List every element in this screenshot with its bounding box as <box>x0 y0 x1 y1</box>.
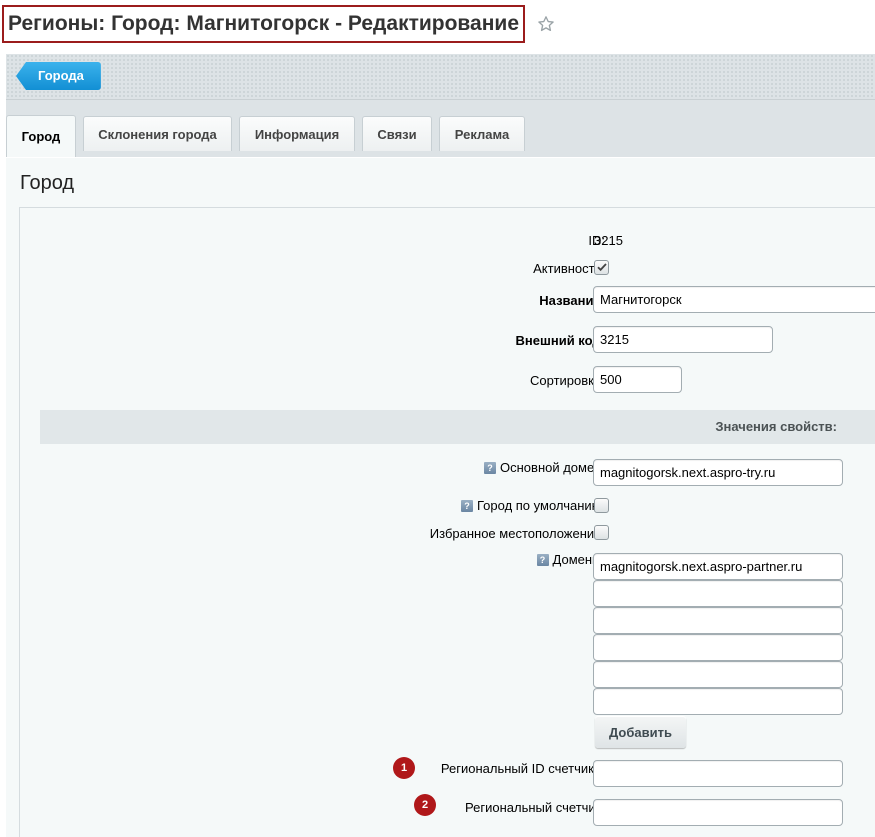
regional-counter-input[interactable] <box>593 799 843 826</box>
page-title: Регионы: Город: Магнитогорск - Редактиро… <box>2 5 526 43</box>
tab-declensions[interactable]: Склонения города <box>83 116 232 151</box>
star-icon[interactable] <box>537 15 555 33</box>
add-domain-button[interactable]: Добавить <box>595 716 686 748</box>
section-title: Город <box>20 172 75 194</box>
sort-input[interactable] <box>593 366 682 393</box>
favorite-location-label: Избранное местоположение: <box>429 526 605 541</box>
default-city-checkbox[interactable] <box>594 498 609 513</box>
tab-info[interactable]: Информация <box>239 116 355 151</box>
domain-input[interactable] <box>593 607 843 634</box>
tab-links[interactable]: Связи <box>362 116 432 151</box>
properties-header-label: Значения свойств: <box>715 419 837 434</box>
toolbar: Города <box>6 54 875 100</box>
id-value: 3215 <box>594 233 623 248</box>
main-domain-input[interactable] <box>593 459 843 486</box>
regional-counter-id-input[interactable] <box>593 760 843 787</box>
help-icon[interactable]: ? <box>461 500 473 512</box>
tab-content: Город ID: 3215 Активность: Название: Вне… <box>6 158 875 837</box>
external-code-input[interactable] <box>593 326 773 353</box>
properties-header: Значения свойств: <box>40 410 875 444</box>
annotation-badge-1: 1 <box>393 757 415 779</box>
check-icon <box>597 263 607 272</box>
help-icon[interactable]: ? <box>536 554 549 566</box>
domain-input[interactable] <box>593 688 843 715</box>
annotation-badge-2: 2 <box>414 794 436 816</box>
tab-ads[interactable]: Реклама <box>439 116 525 151</box>
domain-input[interactable] <box>593 580 843 607</box>
domain-input[interactable] <box>593 661 843 688</box>
main-domain-label: ? Основной домен: <box>484 460 605 475</box>
tab-city[interactable]: Город <box>6 115 76 157</box>
favorite-location-checkbox[interactable] <box>594 525 609 540</box>
name-input[interactable] <box>593 286 875 313</box>
back-to-cities-button[interactable]: Города <box>16 62 101 90</box>
external-code-label: Внешний код: <box>515 333 605 348</box>
default-city-label: ? Город по умолчанию: <box>461 498 605 513</box>
title-row: Регионы: Город: Магнитогорск - Редактиро… <box>2 5 555 43</box>
domain-input[interactable] <box>593 553 843 580</box>
regional-counter-label: Региональный счетчик: <box>465 800 605 815</box>
domain-input[interactable] <box>593 634 843 661</box>
page: Регионы: Город: Магнитогорск - Редактиро… <box>0 0 875 837</box>
active-checkbox[interactable] <box>594 260 609 275</box>
tabs-bar: Город Склонения города Информация Связи … <box>6 100 875 157</box>
regional-counter-id-label: Региональный ID счетчика: <box>440 761 605 776</box>
help-icon[interactable]: ? <box>484 462 497 474</box>
form-panel: ID: 3215 Активность: Название: Внешний к… <box>19 207 875 837</box>
